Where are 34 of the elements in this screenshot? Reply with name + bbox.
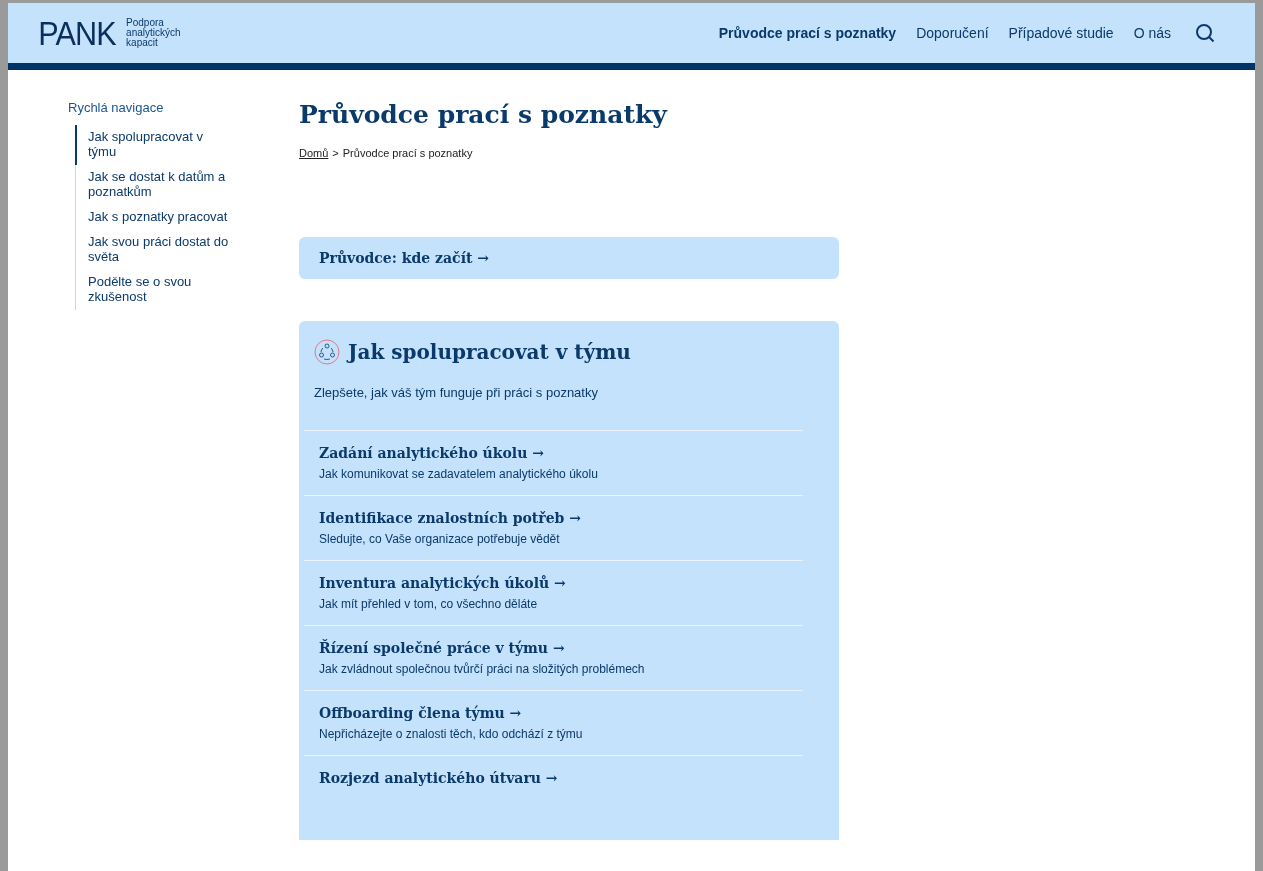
breadcrumb-link[interactable]: Domů	[299, 147, 329, 159]
guide-item-description: Sledujte, co Vaše organizace potřebuje vědět	[319, 532, 561, 546]
guide-item-link[interactable]: Offboarding člena týmu →	[319, 705, 803, 721]
guide-item-link[interactable]: Zadání analytického úkolu →	[319, 445, 803, 461]
guide-item-description: Jak mít přehled v tom, co všechno děláte	[319, 597, 539, 611]
guide-link[interactable]: Průvodce: kde začít →	[299, 237, 839, 279]
logo-tagline: Podpora	[126, 18, 164, 28]
guide-item-description: Jak komunikovat se zadavatelem analytického úkolu	[319, 467, 599, 481]
team-icon	[314, 339, 340, 365]
sidebar-link[interactable]: Jak svou práci dostat do světa	[75, 230, 239, 270]
sidebar-link[interactable]: Jak s poznatky pracovat	[75, 205, 239, 230]
guide-item-link[interactable]: Inventura analytických úkolů →	[319, 575, 803, 591]
breadcrumb-separator: >	[332, 147, 339, 159]
nav-link[interactable]: Doporučení	[916, 25, 989, 41]
section-subtitle: Zlepšete, jak váš tým funguje při práci s poznatky	[314, 385, 599, 400]
logo-tagline: kapacit	[126, 38, 158, 48]
logo-tagline: analytických	[126, 28, 181, 38]
search-icon[interactable]	[1195, 23, 1215, 43]
section-title: Jak spolupracovat v týmu	[348, 340, 631, 364]
guide-item-description: Nepřicházejte o znalosti těch, kdo odchází z týmu	[319, 727, 584, 741]
guide-item-description: Jak zvládnout společnou tvůrčí práci na složitých problémech	[319, 662, 646, 676]
guide-item-link[interactable]: Řízení společné práce v týmu →	[319, 640, 803, 656]
sidebar-title: Rychlá navigace	[68, 100, 165, 115]
page-title: Průvodce prací s poznatky	[299, 100, 669, 129]
logo-text[interactable]: PANK	[38, 13, 116, 53]
nav-link[interactable]: O nás	[1133, 25, 1171, 41]
guide-item-link[interactable]: Identifikace znalostních potřeb →	[319, 510, 803, 526]
nav-link[interactable]: Případové studie	[1008, 25, 1114, 41]
guide-item-link[interactable]: Rozjezd analytického útvaru →	[319, 770, 803, 786]
sidebar-link[interactable]: Jak se dostat k datům a poznatkům	[75, 165, 239, 205]
nav-link[interactable]: Průvodce prací s poznatky	[718, 25, 897, 41]
sidebar-link[interactable]: Jak spolupracovat v týmu	[75, 125, 239, 165]
breadcrumb-current: Průvodce prací s poznatky	[342, 147, 473, 159]
sidebar-link[interactable]: Podělte se o svou zkušenost	[75, 270, 239, 310]
